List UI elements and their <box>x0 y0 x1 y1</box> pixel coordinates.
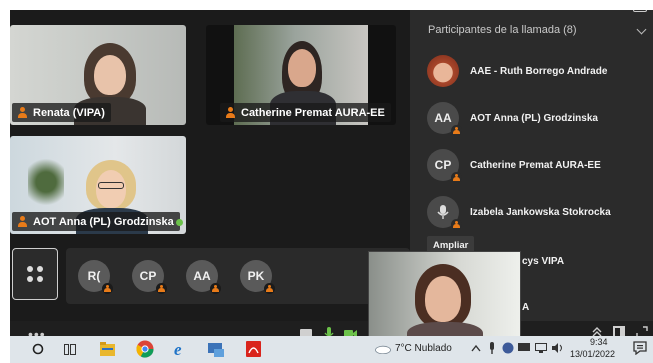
chevron-up-icon[interactable] <box>471 344 481 352</box>
person-badge-icon <box>102 283 113 294</box>
person-icon <box>17 216 28 227</box>
participant-name-tag: Catherine Premat AURA-EE <box>220 103 391 122</box>
self-video-preview[interactable] <box>368 251 521 345</box>
chrome-icon[interactable] <box>136 340 154 358</box>
participant-name: cys VIPA <box>522 255 565 267</box>
participant-face <box>288 49 316 87</box>
participant-avatar-strip: R( CP AA PK <box>66 248 410 304</box>
participant-name: A <box>522 301 530 313</box>
glasses <box>98 182 124 189</box>
teams-meeting-window: Renata (VIPA) Catherine Premat AURA-EE A… <box>10 10 653 363</box>
participant-face <box>94 55 126 95</box>
participant-face <box>425 276 461 322</box>
plant-decoration <box>28 154 64 210</box>
participant-row[interactable]: CP Catherine Premat AURA-EE <box>427 148 601 183</box>
person-icon <box>225 107 236 118</box>
participant-name: Catherine Premat AURA-EE <box>241 106 385 119</box>
avatar-initials: R( <box>87 269 101 283</box>
participant-name: AOT Anna (PL) Grodzinska <box>470 112 598 124</box>
windows-taskbar: e 7°C Nublado 9:34 13/01/2022 <box>10 336 653 363</box>
windows-icon[interactable] <box>32 343 44 355</box>
participant-name-tag: AOT Anna (PL) Grodzinska <box>12 212 180 231</box>
panel-title: Participantes de la llamada (8) <box>428 24 577 36</box>
participant-name: AAE - Ruth Borrego Andrade <box>470 65 608 77</box>
person-badge-icon <box>264 283 275 294</box>
participant-row[interactable]: Izabela Jankowska Stokrocka <box>427 195 611 230</box>
participant-face <box>96 170 126 208</box>
avatar[interactable]: PK <box>240 260 275 294</box>
participant-avatar: AA <box>427 102 462 136</box>
clock-date[interactable]: 13/01/2022 <box>570 349 615 359</box>
person-badge-icon <box>156 283 167 294</box>
microphone-icon <box>437 205 449 219</box>
video-tile-anna[interactable]: AOT Anna (PL) Grodzinska <box>10 136 186 234</box>
app-icon[interactable] <box>208 341 224 357</box>
person-badge-icon <box>451 172 462 183</box>
avatar-initials: AA <box>434 111 452 125</box>
gallery-toggle-button[interactable] <box>12 248 58 300</box>
avatar[interactable]: CP <box>132 260 167 294</box>
avatar-initials: AA <box>193 269 211 283</box>
display-icon[interactable] <box>518 343 530 353</box>
file-explorer-icon[interactable] <box>100 342 115 356</box>
video-tile-catherine[interactable]: Catherine Premat AURA-EE <box>206 25 396 125</box>
participant-name-tag: Renata (VIPA) <box>12 103 111 122</box>
participant-avatar <box>427 196 462 230</box>
notifications-icon[interactable] <box>633 341 647 355</box>
participant-row[interactable]: cys VIPA <box>522 244 564 278</box>
weather-text[interactable]: 7°C Nublado <box>395 343 452 354</box>
avatar[interactable]: R( <box>78 260 113 294</box>
avatar-initials: PK <box>247 269 265 283</box>
grid-dots-icon <box>27 266 43 282</box>
meeting-stage: Renata (VIPA) Catherine Premat AURA-EE A… <box>10 10 410 321</box>
microphone-icon[interactable] <box>488 342 496 354</box>
person-icon <box>17 107 28 118</box>
avatar-initials: CP <box>434 158 452 172</box>
pdf-icon[interactable] <box>246 341 261 357</box>
person-badge-icon <box>451 219 462 230</box>
speaker-icon[interactable] <box>552 343 564 353</box>
video-tile-renata[interactable]: Renata (VIPA) <box>10 25 186 125</box>
participant-row[interactable]: A <box>522 290 529 324</box>
person-badge-icon <box>451 125 462 136</box>
clock-time[interactable]: 9:34 <box>590 337 608 347</box>
cloud-icon <box>375 345 391 354</box>
participant-avatar: CP <box>427 149 462 183</box>
participant-row[interactable]: AA AOT Anna (PL) Grodzinska <box>427 101 598 136</box>
participant-photo-avatar <box>427 55 459 87</box>
participant-name: AOT Anna (PL) Grodzinska <box>33 215 174 228</box>
person-badge-icon <box>210 283 221 294</box>
avatar-initials: CP <box>139 269 157 283</box>
chevron-down-icon[interactable] <box>636 24 647 35</box>
avatar[interactable]: AA <box>186 260 221 294</box>
participant-name: Renata (VIPA) <box>33 106 105 119</box>
teams-tray-icon[interactable] <box>502 342 514 354</box>
edge-icon[interactable]: e <box>173 341 189 357</box>
speaking-indicator <box>176 219 183 226</box>
minimize-icon[interactable] <box>633 10 647 12</box>
svg-text:e: e <box>174 341 182 357</box>
participant-row[interactable]: AAE - Ruth Borrego Andrade <box>427 54 607 88</box>
task-view-icon[interactable] <box>64 344 76 355</box>
participant-name: Izabela Jankowska Stokrocka <box>470 206 611 218</box>
participant-name: Catherine Premat AURA-EE <box>470 159 601 171</box>
network-icon[interactable] <box>535 343 547 353</box>
